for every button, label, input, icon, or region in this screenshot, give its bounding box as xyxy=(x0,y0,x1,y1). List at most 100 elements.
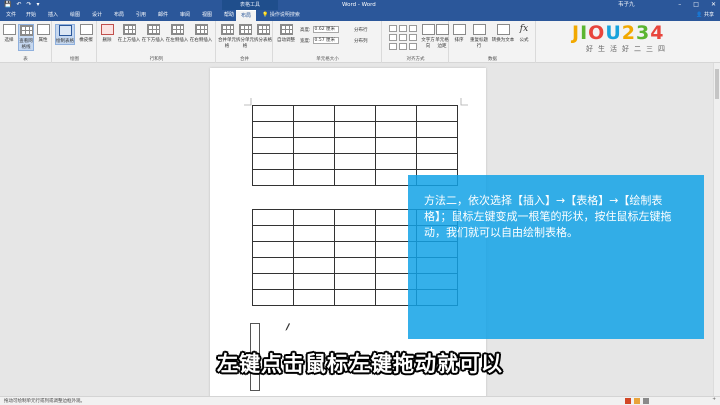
undo-icon[interactable]: ↶ xyxy=(16,1,21,8)
alignment-grid[interactable] xyxy=(389,25,417,50)
table-cell[interactable] xyxy=(334,241,376,258)
autofit-button[interactable]: 自动调整 xyxy=(275,24,297,43)
table-cell[interactable] xyxy=(375,137,417,154)
app-icon-gray[interactable] xyxy=(643,398,649,404)
tab-file[interactable]: 文件 xyxy=(4,10,18,21)
table-cell[interactable] xyxy=(293,241,335,258)
cell-margins-icon xyxy=(435,24,449,35)
redo-icon[interactable]: ↷ xyxy=(27,1,32,8)
table-cell[interactable] xyxy=(416,137,458,154)
convert-to-text-button[interactable]: 转换为文本 xyxy=(491,24,515,43)
tab-mailings[interactable]: 邮件 xyxy=(154,10,172,21)
formula-button[interactable]: fx 公式 xyxy=(516,24,532,43)
split-cells-button[interactable]: 拆分单元格 xyxy=(236,24,254,49)
scrollbar-thumb[interactable] xyxy=(715,69,719,99)
tab-references[interactable]: 引用 xyxy=(132,10,150,21)
table-cell[interactable] xyxy=(416,153,458,170)
table-cell[interactable] xyxy=(416,121,458,138)
minimize-button[interactable]: – xyxy=(678,0,681,10)
table-cell[interactable] xyxy=(252,289,294,306)
table-cell[interactable] xyxy=(334,225,376,242)
user-name[interactable]: 韦子九 xyxy=(618,0,635,10)
distribute-rows-button[interactable]: 分布行 xyxy=(354,27,368,33)
table-cell[interactable] xyxy=(252,169,294,186)
height-label: 高度: xyxy=(300,27,311,33)
table-cell[interactable] xyxy=(375,153,417,170)
tell-me-search[interactable]: 💡 操作说明搜索 xyxy=(262,10,300,21)
word-table-1[interactable] xyxy=(252,105,458,186)
draw-table-button[interactable]: 绘制表格 xyxy=(55,24,75,45)
table-cell[interactable] xyxy=(416,105,458,122)
tip-box: 方法二，依次选择【插入】→【表格】→【绘制表格】；鼠标左键变成一根笔的形状，按住… xyxy=(408,175,704,339)
save-icon[interactable]: 💾 xyxy=(4,1,11,8)
share-button[interactable]: 👤 共享 xyxy=(696,10,714,21)
table-cell[interactable] xyxy=(252,153,294,170)
properties-button[interactable]: 属性 xyxy=(35,24,51,43)
tab-table-layout[interactable]: 布局 xyxy=(236,10,256,21)
table-cell[interactable] xyxy=(334,121,376,138)
table-cell[interactable] xyxy=(334,273,376,290)
table-cell[interactable] xyxy=(293,257,335,274)
width-input[interactable]: 0.57 厘米 xyxy=(312,37,339,44)
table-cell[interactable] xyxy=(334,209,376,226)
table-cell[interactable] xyxy=(293,225,335,242)
table-cell[interactable] xyxy=(252,225,294,242)
table-cell[interactable] xyxy=(293,273,335,290)
cell-margins-button[interactable]: 单元格边距 xyxy=(435,24,449,49)
insert-below-button[interactable]: 在下方插入 xyxy=(141,24,165,43)
table-cell[interactable] xyxy=(293,121,335,138)
tab-insert[interactable]: 插入 xyxy=(44,10,62,21)
table-cell[interactable] xyxy=(334,289,376,306)
tab-layout[interactable]: 布局 xyxy=(110,10,128,21)
insert-right-icon xyxy=(194,24,208,35)
insert-right-button[interactable]: 在右侧插入 xyxy=(189,24,213,43)
maximize-button[interactable]: □ xyxy=(693,0,699,10)
table-cell[interactable] xyxy=(334,257,376,274)
split-table-button[interactable]: 拆分表格 xyxy=(254,24,272,43)
close-button[interactable]: ✕ xyxy=(711,0,716,10)
table-cell[interactable] xyxy=(334,169,376,186)
merge-cells-button[interactable]: 合并单元格 xyxy=(218,24,236,49)
eraser-button[interactable]: 橡皮擦 xyxy=(76,24,96,43)
vertical-scrollbar[interactable] xyxy=(713,63,720,396)
insert-left-button[interactable]: 在左侧插入 xyxy=(165,24,189,43)
sort-button[interactable]: 排序 xyxy=(451,24,467,43)
height-input[interactable]: 0.62 厘米 xyxy=(312,26,339,33)
table-cell[interactable] xyxy=(293,105,335,122)
table-cell[interactable] xyxy=(375,121,417,138)
table-cell[interactable] xyxy=(334,137,376,154)
distribute-cols-button[interactable]: 分布列 xyxy=(354,38,368,44)
delete-button[interactable]: 删除 xyxy=(99,24,115,43)
table-cell[interactable] xyxy=(293,153,335,170)
app-icon-red[interactable] xyxy=(625,398,631,404)
table-cell[interactable] xyxy=(334,153,376,170)
table-cell[interactable] xyxy=(334,105,376,122)
text-direction-button[interactable]: 文字方向 xyxy=(421,24,435,49)
table-cell[interactable] xyxy=(375,105,417,122)
select-button[interactable]: 选择 xyxy=(1,24,17,43)
table-cell[interactable] xyxy=(293,209,335,226)
table-cell[interactable] xyxy=(252,105,294,122)
zoom-in-button[interactable]: + xyxy=(712,397,716,402)
table-cell[interactable] xyxy=(293,137,335,154)
table-cell[interactable] xyxy=(252,137,294,154)
table-cell[interactable] xyxy=(252,257,294,274)
table-cell[interactable] xyxy=(293,169,335,186)
customize-icon[interactable]: ▾ xyxy=(37,1,40,8)
table-row xyxy=(252,137,458,154)
tab-view[interactable]: 视图 xyxy=(198,10,216,21)
app-icon-orange[interactable] xyxy=(634,398,640,404)
table-cell[interactable] xyxy=(293,289,335,306)
table-cell[interactable] xyxy=(252,241,294,258)
tab-design[interactable]: 设计 xyxy=(88,10,106,21)
tab-draw[interactable]: 绘图 xyxy=(66,10,84,21)
tab-home[interactable]: 开始 xyxy=(22,10,40,21)
table-cell[interactable] xyxy=(252,121,294,138)
table-cell[interactable] xyxy=(252,209,294,226)
split-cells-label: 拆分单元格 xyxy=(236,38,254,49)
repeat-header-button[interactable]: 重复标题行 xyxy=(468,24,490,49)
view-gridlines-button[interactable]: 查看网格线 xyxy=(18,24,34,51)
insert-above-button[interactable]: 在上方插入 xyxy=(117,24,141,43)
table-cell[interactable] xyxy=(252,273,294,290)
tab-review[interactable]: 审阅 xyxy=(176,10,194,21)
